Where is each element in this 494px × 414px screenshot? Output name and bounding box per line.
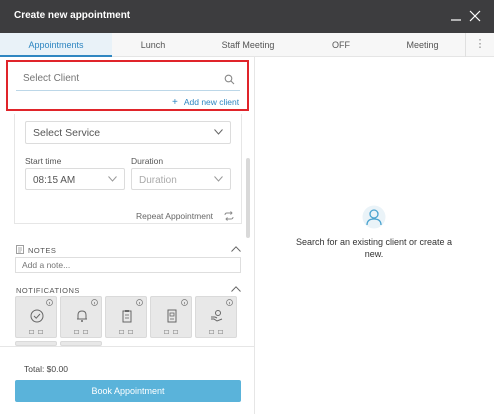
panel-divider	[254, 57, 255, 414]
form-scrollbar[interactable]	[246, 158, 250, 238]
sms-icon	[83, 330, 88, 334]
notification-payment-card[interactable]	[195, 296, 237, 338]
notification-form-card[interactable]	[105, 296, 147, 338]
start-time-dropdown[interactable]: 08:15 AM	[25, 168, 125, 190]
collapse-notifications-icon[interactable]	[231, 286, 241, 292]
appointment-type-tabs: Appointments Lunch Staff Meeting OFF Mee…	[0, 33, 494, 57]
empty-state-message: Search for an existing client or create …	[295, 237, 453, 259]
repeat-icon[interactable]	[224, 211, 234, 221]
email-icon	[74, 330, 79, 334]
start-time-label: Start time	[25, 156, 62, 166]
notification-reminder-card[interactable]	[60, 296, 102, 338]
email-icon	[209, 330, 214, 334]
add-new-client-link[interactable]: + Add new client	[172, 97, 239, 108]
add-new-client-label: Add new client	[183, 97, 240, 107]
sms-icon	[128, 330, 133, 334]
notification-confirmation-card[interactable]	[15, 296, 57, 338]
duration-dropdown[interactable]: Duration	[131, 168, 231, 190]
title-bar: Create new appointment	[0, 0, 494, 33]
select-service-dropdown[interactable]: Select Service	[25, 121, 231, 144]
notes-input[interactable]	[15, 257, 241, 273]
info-icon[interactable]	[91, 299, 98, 306]
search-icon[interactable]	[224, 74, 235, 85]
sms-icon	[218, 330, 223, 334]
document-icon	[167, 309, 177, 323]
notes-icon	[16, 245, 24, 254]
plus-icon: +	[172, 97, 178, 108]
hand-money-icon	[211, 310, 223, 322]
tab-off[interactable]: OFF	[302, 33, 380, 57]
tab-lunch[interactable]: Lunch	[112, 33, 194, 57]
window-title: Create new appointment	[14, 10, 131, 21]
chevron-down-icon	[214, 129, 223, 135]
repeat-appointment-link[interactable]: Repeat Appointment	[136, 211, 213, 221]
info-icon[interactable]	[181, 299, 188, 306]
start-time-value: 08:15 AM	[33, 175, 76, 186]
select-client-input[interactable]	[16, 67, 240, 91]
book-appointment-button[interactable]: Book Appointment	[15, 380, 241, 402]
tab-appointments[interactable]: Appointments	[0, 33, 112, 57]
tab-staff-meeting[interactable]: Staff Meeting	[194, 33, 302, 57]
tab-meeting[interactable]: Meeting	[380, 33, 465, 57]
close-icon[interactable]	[469, 10, 481, 22]
info-icon[interactable]	[46, 299, 53, 306]
sms-icon	[173, 330, 178, 334]
sms-icon	[38, 330, 43, 334]
footer-divider	[0, 346, 254, 347]
bell-icon	[77, 310, 87, 322]
info-icon[interactable]	[136, 299, 143, 306]
select-service-placeholder: Select Service	[33, 127, 101, 139]
check-circle-icon	[30, 309, 44, 323]
info-icon[interactable]	[226, 299, 233, 306]
email-icon	[164, 330, 169, 334]
chevron-down-icon	[214, 176, 223, 182]
total-amount: Total: $0.00	[24, 364, 68, 374]
chevron-down-icon	[108, 176, 117, 182]
notes-heading: NOTES	[28, 246, 57, 255]
duration-placeholder: Duration	[139, 175, 177, 186]
email-icon	[119, 330, 124, 334]
clipboard-icon	[122, 310, 132, 323]
notifications-heading: NOTIFICATIONS	[16, 286, 80, 295]
user-icon	[362, 205, 386, 229]
duration-label: Duration	[131, 156, 164, 166]
collapse-notes-icon[interactable]	[231, 246, 241, 252]
email-icon	[29, 330, 34, 334]
more-tabs-icon[interactable]: ⋮	[465, 33, 494, 57]
notification-document-card[interactable]	[150, 296, 192, 338]
minimize-icon[interactable]	[450, 10, 462, 22]
